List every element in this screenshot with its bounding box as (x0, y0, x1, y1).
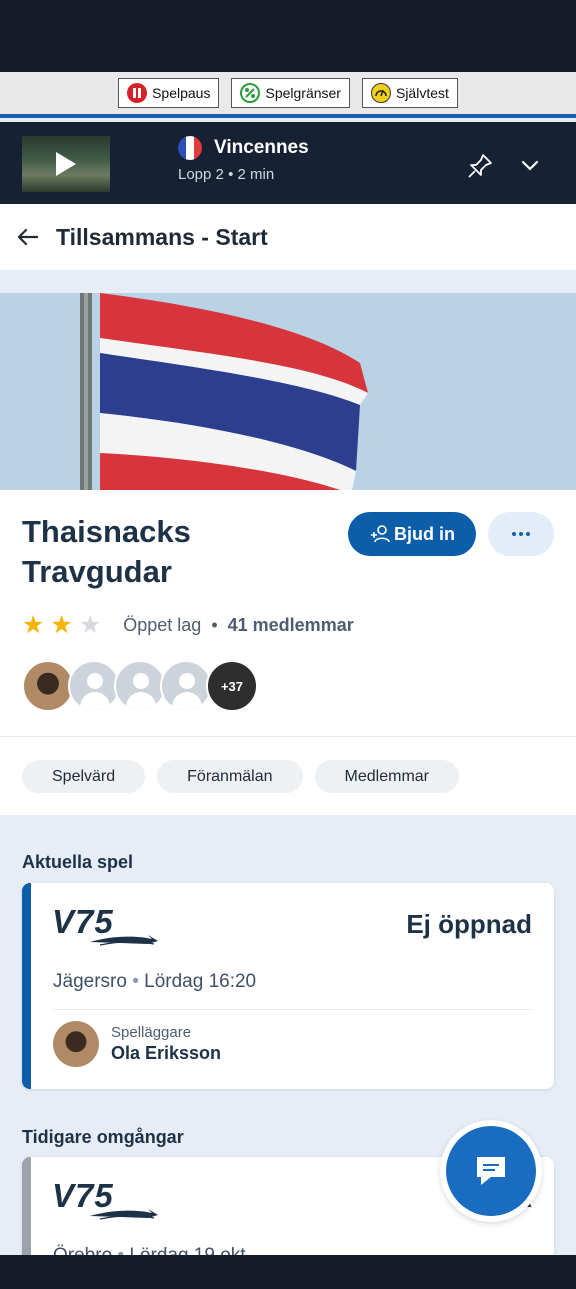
member-count: 41 medlemmar (227, 614, 354, 635)
sjalvtest-button[interactable]: Självtest (361, 78, 458, 108)
more-options-button[interactable] (488, 512, 554, 556)
collapse-button[interactable] (519, 155, 541, 182)
divider (53, 1009, 532, 1010)
current-game-card[interactable]: V75 Ej öppnad Jägersro • Lördag 16:20 Sp… (22, 883, 554, 1089)
avatar (160, 660, 212, 712)
team-tabs: Spelvärd Föranmälan Medlemmar (22, 760, 459, 793)
france-flag-icon (178, 136, 202, 160)
star-filled-icon: ★ (22, 611, 45, 639)
spelpaus-button[interactable]: Spelpaus (118, 78, 220, 108)
pin-icon (468, 154, 492, 178)
live-race-meta: Lopp 2 • 2 min (178, 166, 309, 183)
live-race-time: 2 min (237, 166, 275, 183)
avatar (53, 1021, 99, 1067)
page-header: Tillsammans - Start (0, 204, 576, 270)
spelgranser-label: Spelgränser (265, 85, 341, 101)
dot-icon (526, 532, 530, 536)
limits-icon (240, 83, 261, 103)
v75-logo: V75 (52, 903, 158, 947)
live-track-name: Vincennes (214, 137, 309, 158)
thailand-flag-image (0, 293, 576, 490)
add-user-icon (371, 525, 390, 543)
current-games-title: Aktuella spel (22, 852, 134, 872)
tab-medlemmar[interactable]: Medlemmar (314, 760, 459, 793)
card-accent (22, 883, 31, 1089)
game-player: Spelläggare Ola Eriksson (53, 1021, 221, 1067)
team-name: Thaisnacks Travgudar (22, 514, 191, 589)
game-location: Jägersro • Lördag 16:20 (53, 971, 256, 993)
player-name: Ola Eriksson (111, 1043, 222, 1063)
live-race-info[interactable]: Vincennes Lopp 2 • 2 min (178, 136, 309, 183)
v75-logo: V75 (52, 1177, 158, 1221)
invite-button[interactable]: Bjud in (348, 512, 476, 556)
team-type: Öppet lag (123, 614, 202, 635)
game-status: Ej öppnad (406, 909, 532, 939)
live-video-thumbnail[interactable] (22, 136, 110, 192)
game-date: Lördag 16:20 (144, 971, 257, 992)
arrow-left-icon[interactable] (16, 225, 40, 249)
team-cover-image (0, 293, 576, 490)
avatar (68, 660, 120, 712)
avatar (114, 660, 166, 712)
dot-icon (512, 532, 516, 536)
status-bar (0, 0, 576, 72)
star-empty-icon: ★ (78, 611, 102, 639)
previous-games-title: Tidigare omgångar (22, 1127, 184, 1147)
separator-dot: • (132, 971, 145, 992)
team-rating-row: ★ ★ ★ Öppet lag • 41 medlemmar (22, 612, 354, 638)
avatar (22, 660, 74, 712)
game-track: Jägersro (53, 971, 127, 992)
spelgranser-button[interactable]: Spelgränser (231, 78, 350, 108)
player-role: Spelläggare (111, 1024, 192, 1041)
chevron-down-icon (521, 160, 539, 171)
spelpaus-label: Spelpaus (152, 85, 211, 101)
dot-icon (519, 532, 523, 536)
separator-dot: • (211, 614, 218, 635)
play-icon (56, 152, 76, 176)
pin-button[interactable] (466, 152, 494, 185)
sjalvtest-label: Självtest (395, 85, 449, 101)
tab-foranmalan[interactable]: Föranmälan (157, 760, 303, 793)
gauge-icon (370, 83, 391, 103)
more-members-badge: +37 (206, 660, 258, 712)
divider (0, 736, 576, 737)
tab-spelvard[interactable]: Spelvärd (22, 760, 146, 793)
chat-button[interactable] (440, 1120, 542, 1222)
pause-icon (127, 83, 148, 103)
page-title: Tillsammans - Start (56, 223, 268, 250)
system-nav-bar (0, 1255, 576, 1289)
invite-label: Bjud in (394, 523, 455, 544)
team-card: Thaisnacks Travgudar Bjud in ★ ★ ★ Öppet… (0, 490, 576, 815)
live-race-number: Lopp 2 (178, 166, 224, 183)
star-filled-icon: ★ (50, 611, 73, 639)
chat-icon (477, 1157, 505, 1185)
responsible-gaming-bar: Spelpaus Spelgränser Självtest (0, 72, 576, 118)
